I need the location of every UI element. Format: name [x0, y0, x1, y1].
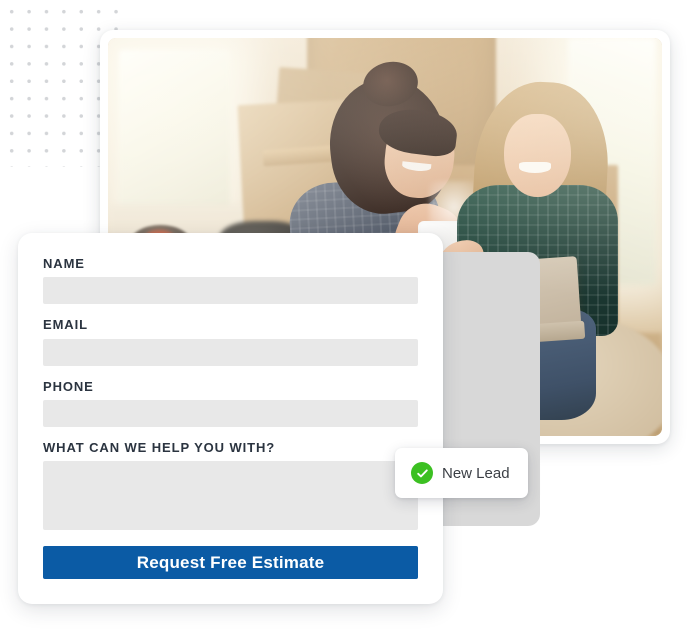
field-group-name: NAME [43, 256, 418, 305]
email-label: EMAIL [43, 317, 88, 333]
name-label: NAME [43, 256, 85, 271]
field-group-email: EMAIL [43, 317, 418, 366]
phone-label: PHONE [43, 378, 94, 394]
phone-input[interactable] [43, 399, 418, 427]
message-textarea[interactable] [43, 461, 418, 531]
lead-capture-form: NAME EMAIL PHONE WHAT CAN WE HELP YOU WI… [18, 233, 443, 604]
new-lead-label: New Lead [442, 464, 510, 482]
email-input[interactable] [43, 338, 418, 366]
window-left-icon [119, 49, 230, 218]
person-right-face [504, 113, 571, 198]
lead-form-composition: NAME EMAIL PHONE WHAT CAN WE HELP YOU WI… [0, 0, 700, 630]
message-label: WHAT CAN WE HELP YOU WITH? [43, 439, 276, 455]
check-circle-icon [411, 462, 433, 484]
name-input[interactable] [43, 277, 418, 305]
request-free-estimate-button[interactable]: Request Free Estimate [43, 546, 418, 580]
new-lead-badge[interactable]: New Lead [395, 448, 528, 498]
field-group-phone: PHONE [43, 378, 418, 427]
field-group-message: WHAT CAN WE HELP YOU WITH? [43, 439, 418, 531]
